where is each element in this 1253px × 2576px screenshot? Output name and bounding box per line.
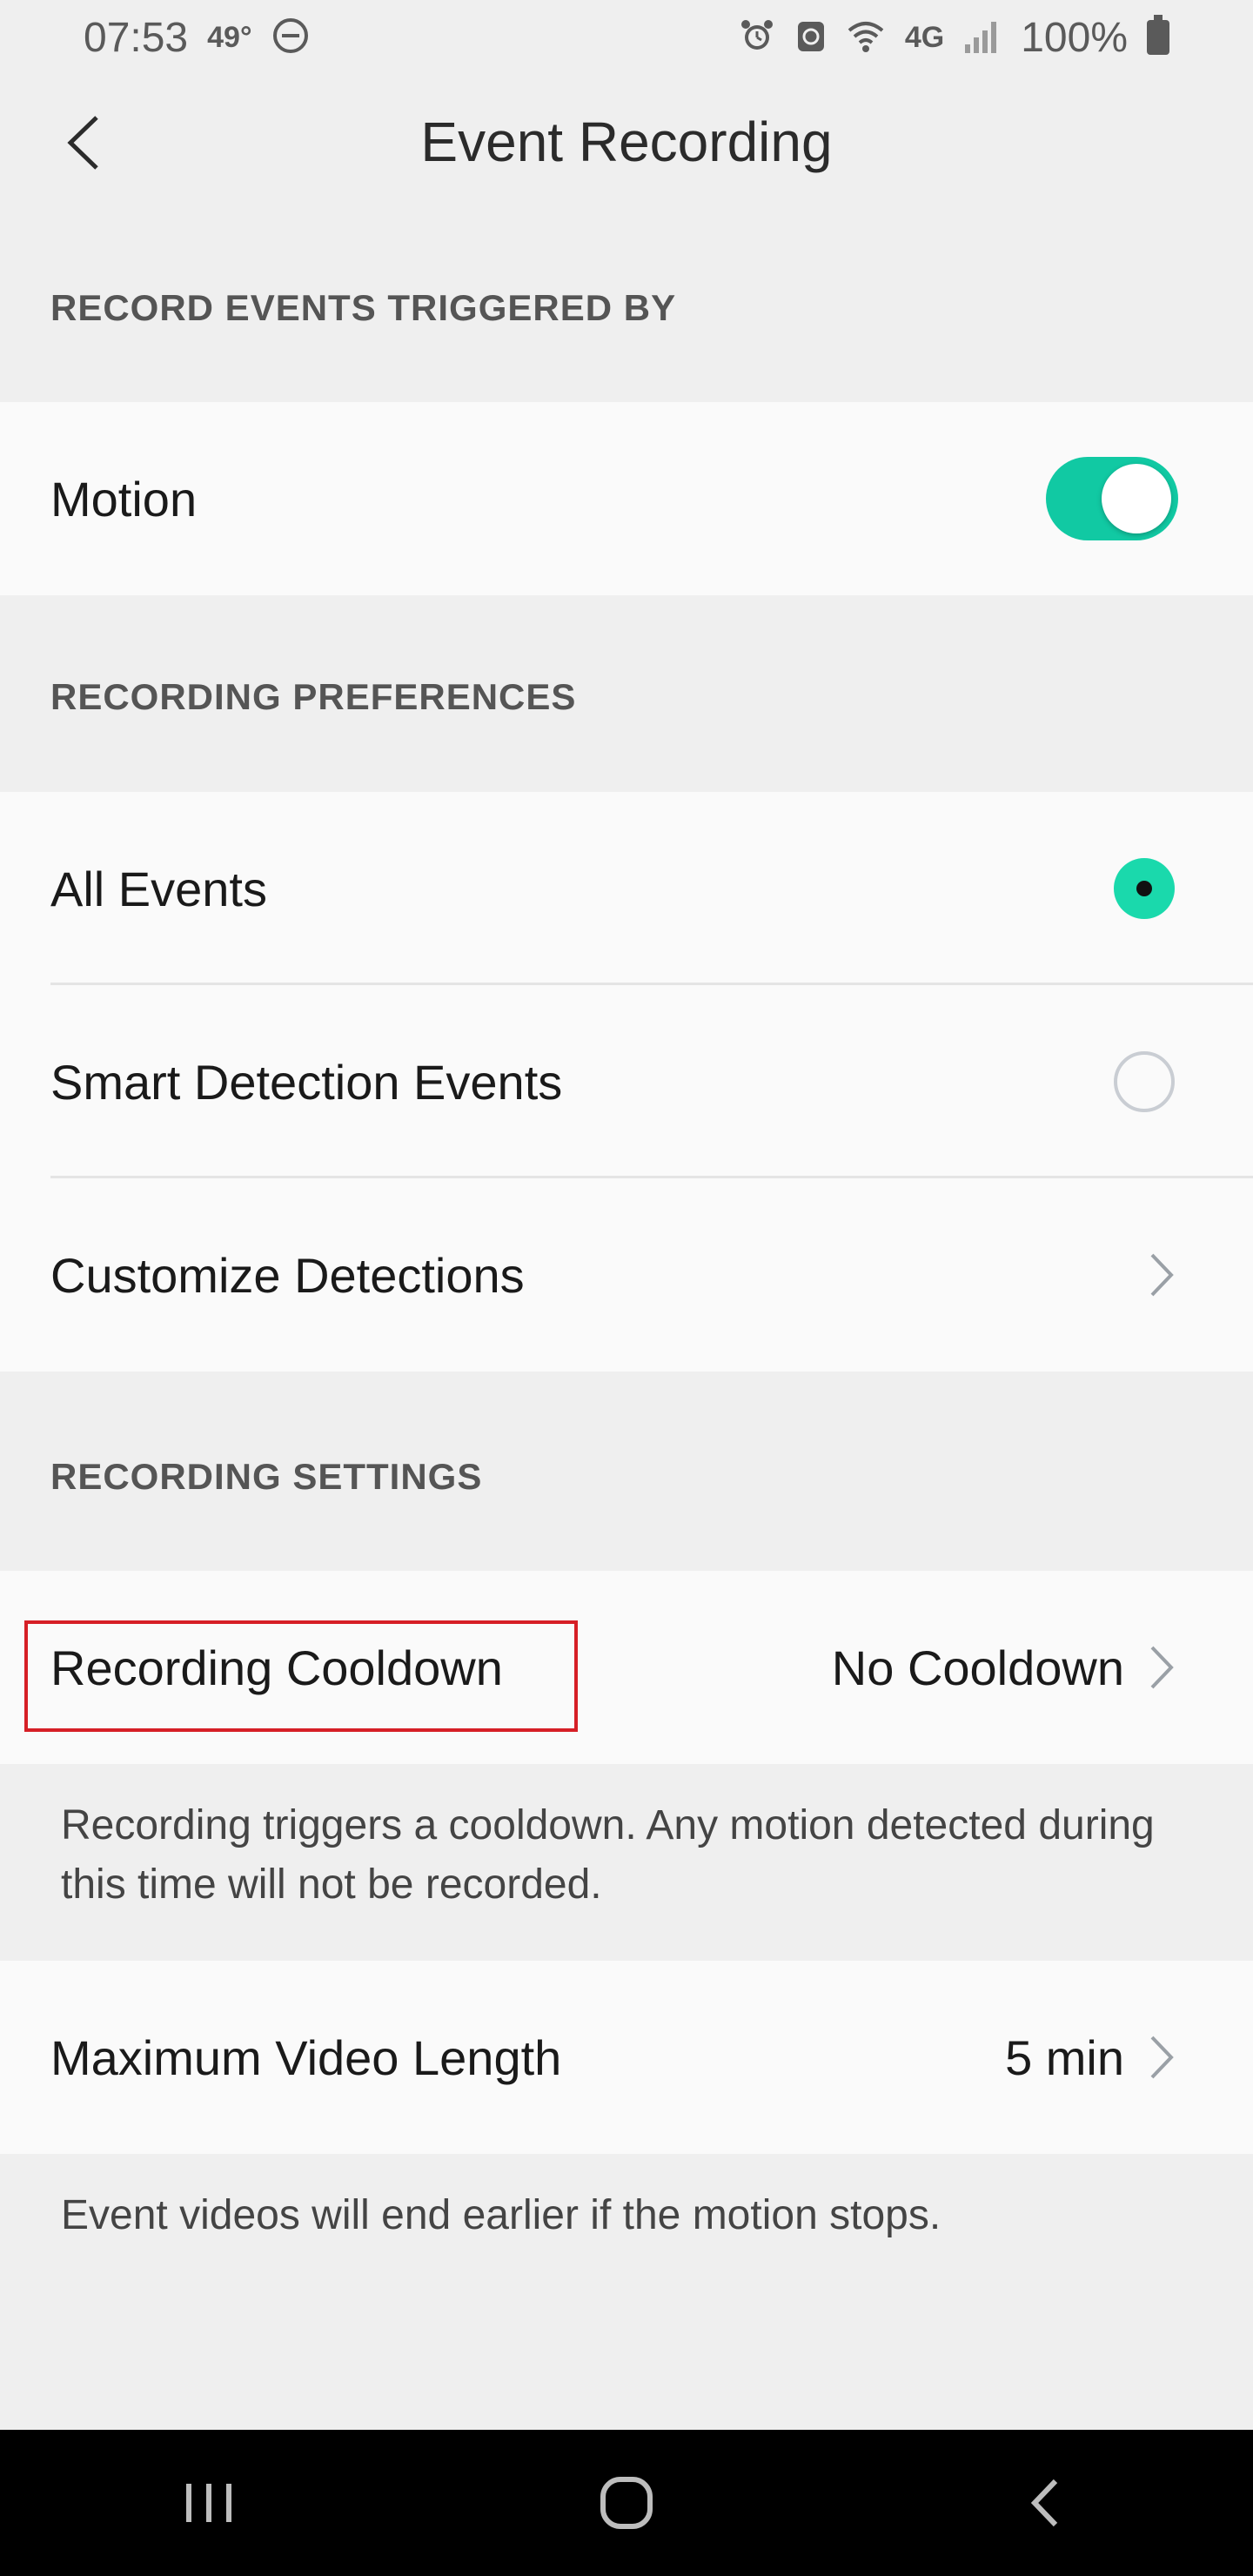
cooldown-value: No Cooldown <box>831 1640 1124 1695</box>
max-length-helper-text: Event videos will end earlier if the mot… <box>61 2192 941 2238</box>
network-type: 4G <box>904 20 945 54</box>
max-length-value: 5 min <box>1005 2029 1124 2085</box>
app-header: Event Recording <box>0 75 1253 214</box>
status-temp: 49° <box>207 20 252 54</box>
wifi-icon <box>846 17 886 59</box>
radio-unselected[interactable] <box>1114 1051 1175 1112</box>
dnd-icon <box>271 17 310 59</box>
customize-detections-row[interactable]: Customize Detections <box>0 1178 1253 1372</box>
recording-cooldown-row[interactable]: Recording Cooldown No Cooldown <box>0 1571 1253 1764</box>
nav-back-button[interactable] <box>975 2451 1114 2555</box>
battery-icon <box>1147 15 1169 55</box>
option-label: Smart Detection Events <box>50 1054 563 1110</box>
option-right <box>1114 1051 1203 1112</box>
section-header-settings: RECORDING SETTINGS <box>50 1456 483 1497</box>
max-length-label: Maximum Video Length <box>50 2029 562 2085</box>
preferences-card: All Events Smart Detection Events Custom… <box>0 792 1253 1372</box>
cooldown-card: Recording Cooldown No Cooldown <box>0 1571 1253 1764</box>
customize-right <box>1147 1251 1203 1298</box>
system-nav-bar <box>0 2430 1253 2576</box>
alarm-icon <box>738 17 776 59</box>
option-right <box>1114 858 1203 919</box>
customize-label: Customize Detections <box>50 1247 525 1303</box>
option-label: All Events <box>50 861 267 916</box>
chevron-right-icon <box>1150 1253 1174 1297</box>
status-left: 07:53 49° <box>84 14 310 62</box>
status-time: 07:53 <box>84 14 189 61</box>
maximum-video-length-row[interactable]: Maximum Video Length 5 min <box>0 1961 1253 2154</box>
toggle-knob <box>1102 464 1171 533</box>
data-saver-icon <box>795 17 827 59</box>
back-icon <box>1030 2479 1058 2527</box>
cooldown-label: Recording Cooldown <box>50 1640 503 1695</box>
motion-row[interactable]: Motion <box>0 402 1253 595</box>
home-icon <box>600 2477 653 2529</box>
motion-label: Motion <box>50 471 198 527</box>
radio-selected[interactable] <box>1114 858 1175 919</box>
home-button[interactable] <box>557 2451 696 2555</box>
signal-icon <box>963 17 1002 59</box>
max-length-right: 5 min <box>1005 2029 1203 2086</box>
status-bar: 07:53 49° 4G 100% <box>0 0 1253 75</box>
page-title: Event Recording <box>420 111 833 173</box>
radio-dot <box>1136 881 1152 896</box>
section-header-preferences: RECORDING PREFERENCES <box>50 676 577 717</box>
chevron-right-icon <box>1150 2036 1174 2079</box>
motion-toggle[interactable] <box>1046 457 1178 540</box>
battery-percent: 100% <box>1021 14 1128 61</box>
section-header-triggers: RECORD EVENTS TRIGGERED BY <box>50 287 677 328</box>
chevron-right-icon <box>1150 1646 1174 1689</box>
recent-apps-button[interactable] <box>139 2451 278 2555</box>
recent-apps-icon <box>186 2484 231 2522</box>
cooldown-right: No Cooldown <box>832 1640 1203 1696</box>
option-all-events[interactable]: All Events <box>0 792 1253 985</box>
max-length-card: Maximum Video Length 5 min <box>0 1961 1253 2154</box>
status-right: 4G 100% <box>738 14 1169 62</box>
motion-right <box>1046 457 1203 540</box>
cooldown-helper-text: Recording triggers a cooldown. Any motio… <box>61 1802 1155 1908</box>
triggers-card: Motion <box>0 402 1253 595</box>
option-smart-detection-events[interactable]: Smart Detection Events <box>0 985 1253 1178</box>
